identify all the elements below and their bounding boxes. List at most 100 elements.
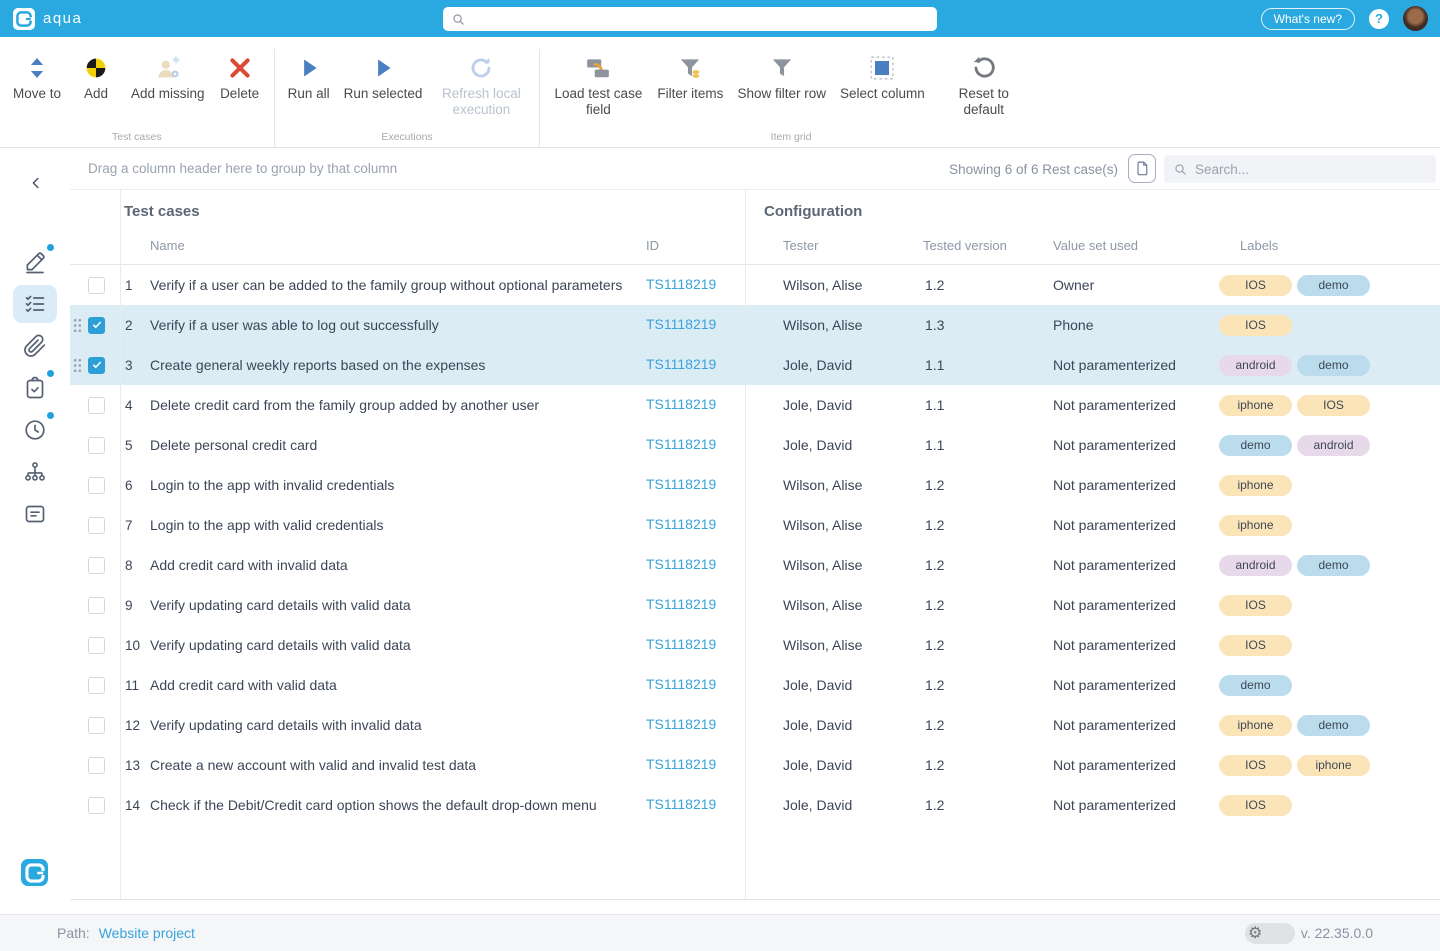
grid-search-input[interactable] [1195, 162, 1427, 177]
gear-icon: ⚙ [1248, 926, 1262, 942]
test-case-id-link[interactable]: TS1118219 [640, 556, 716, 572]
run-selected-button[interactable]: Run selected [337, 49, 430, 106]
tested-version: 1.2 [915, 277, 1045, 293]
row-checkbox[interactable] [88, 277, 105, 294]
table-row[interactable]: 6Login to the app with invalid credentia… [70, 465, 1440, 505]
load-test-case-field-button[interactable]: Load test case field [546, 49, 650, 123]
row-checkbox[interactable] [88, 757, 105, 774]
row-checkbox[interactable] [88, 677, 105, 694]
test-case-id-link[interactable]: TS1118219 [640, 636, 716, 652]
label-pill: IOS [1219, 315, 1292, 336]
global-search-input[interactable] [472, 12, 929, 27]
checklist-icon [23, 292, 47, 316]
tested-version: 1.2 [915, 797, 1045, 813]
column-header-tester[interactable]: Tester [745, 238, 915, 253]
test-case-id-link[interactable]: TS1118219 [640, 396, 716, 412]
button-label: Filter items [657, 86, 723, 102]
row-checkbox[interactable] [88, 797, 105, 814]
label-pill: IOS [1219, 755, 1292, 776]
labels-cell: IOS [1215, 315, 1440, 336]
tester-name: Jole, David [745, 757, 915, 773]
test-case-id-link[interactable]: TS1118219 [640, 716, 716, 732]
drag-handle[interactable] [70, 318, 84, 333]
settings-toggle[interactable]: ⚙ [1245, 923, 1295, 944]
row-checkbox[interactable] [88, 317, 105, 334]
test-case-id-link[interactable]: TS1118219 [640, 676, 716, 692]
group-header-test-cases: Test cases [124, 203, 200, 220]
whats-new-button[interactable]: What's new? [1261, 8, 1355, 30]
copy-page-button[interactable] [1128, 154, 1156, 183]
add-button[interactable]: Add [68, 49, 124, 106]
reset-to-default-icon [971, 53, 997, 83]
row-number: 13 [120, 758, 145, 773]
row-checkbox[interactable] [88, 517, 105, 534]
test-case-id-link[interactable]: TS1118219 [640, 356, 716, 372]
sidebar-collapse-button[interactable] [27, 174, 45, 192]
move-to-button[interactable]: Move to [6, 49, 68, 106]
help-button[interactable]: ? [1369, 9, 1389, 29]
test-case-id-link[interactable]: TS1118219 [640, 276, 716, 292]
hierarchy-icon [23, 460, 47, 484]
user-avatar[interactable] [1403, 6, 1428, 31]
row-checkbox[interactable] [88, 397, 105, 414]
table-row[interactable]: 8Add credit card with invalid dataTS1118… [70, 545, 1440, 585]
row-checkbox[interactable] [88, 717, 105, 734]
breadcrumb: Path: Website project [57, 915, 195, 951]
sidebar-item-clock[interactable] [13, 411, 57, 449]
row-checkbox[interactable] [88, 557, 105, 574]
sidebar-item-hierarchy[interactable] [13, 453, 57, 491]
sidebar-item-clipboard-check[interactable] [13, 369, 57, 407]
group-by-drop-zone[interactable]: Drag a column header here to group by th… [88, 161, 397, 176]
row-checkbox[interactable] [88, 357, 105, 374]
run-all-button[interactable]: Run all [281, 49, 337, 106]
show-filter-row-button[interactable]: Show filter row [730, 49, 833, 106]
sidebar-item-checklist[interactable] [13, 285, 57, 323]
test-case-id-link[interactable]: TS1118219 [640, 476, 716, 492]
row-checkbox[interactable] [88, 477, 105, 494]
row-checkbox[interactable] [88, 437, 105, 454]
sidebar-item-edit[interactable] [13, 243, 57, 281]
test-case-id-link[interactable]: TS1118219 [640, 436, 716, 452]
table-row[interactable]: 2Verify if a user was able to log out su… [70, 305, 1440, 345]
test-case-id-link[interactable]: TS1118219 [640, 516, 716, 532]
select-column-button[interactable]: Select column [833, 49, 932, 106]
button-label: Select column [840, 86, 925, 102]
sidebar-item-note[interactable] [13, 495, 57, 533]
drag-handle[interactable] [70, 358, 84, 373]
column-header-tested-version[interactable]: Tested version [915, 238, 1045, 253]
row-checkbox[interactable] [88, 597, 105, 614]
table-row[interactable]: 4Delete credit card from the family grou… [70, 385, 1440, 425]
add-missing-button[interactable]: Add missing [124, 49, 212, 106]
table-row[interactable]: 9Verify updating card details with valid… [70, 585, 1440, 625]
column-header-value-set-used[interactable]: Value set used [1045, 238, 1215, 253]
table-row[interactable]: 5Delete personal credit cardTS1118219Jol… [70, 425, 1440, 465]
filter-items-button[interactable]: Filter items [650, 49, 730, 106]
label-pill: demo [1297, 275, 1370, 296]
table-row[interactable]: 13Create a new account with valid and in… [70, 745, 1440, 785]
test-case-id-link[interactable]: TS1118219 [640, 756, 716, 772]
test-case-id-link[interactable]: TS1118219 [640, 596, 716, 612]
sidebar-item-paperclip[interactable] [13, 327, 57, 365]
test-case-table: Test cases Configuration Name ID Tester … [70, 190, 1440, 900]
notification-dot [47, 244, 54, 251]
table-row[interactable]: 11Add credit card with valid dataTS11182… [70, 665, 1440, 705]
test-case-id-link[interactable]: TS1118219 [640, 796, 716, 812]
column-header-name[interactable]: Name [145, 238, 640, 253]
reset-to-default-button[interactable]: Reset to default [932, 49, 1036, 123]
table-row[interactable]: 10Verify updating card details with vali… [70, 625, 1440, 665]
table-row[interactable]: 12Verify updating card details with inva… [70, 705, 1440, 745]
value-set-used: Not paramenterized [1045, 557, 1215, 573]
labels-cell: iphonedemo [1215, 715, 1440, 736]
test-case-id-link[interactable]: TS1118219 [640, 316, 716, 332]
column-header-id[interactable]: ID [640, 238, 745, 253]
delete-icon [227, 53, 253, 83]
row-checkbox[interactable] [88, 637, 105, 654]
table-row[interactable]: 14Check if the Debit/Credit card option … [70, 785, 1440, 825]
delete-button[interactable]: Delete [212, 49, 268, 106]
table-row[interactable]: 7Login to the app with valid credentials… [70, 505, 1440, 545]
project-link[interactable]: Website project [99, 925, 195, 941]
table-row[interactable]: 1Verify if a user can be added to the fa… [70, 265, 1440, 305]
column-header-labels[interactable]: Labels [1215, 238, 1440, 253]
toolbar-group-label: Executions [381, 131, 432, 148]
table-row[interactable]: 3Create general weekly reports based on … [70, 345, 1440, 385]
